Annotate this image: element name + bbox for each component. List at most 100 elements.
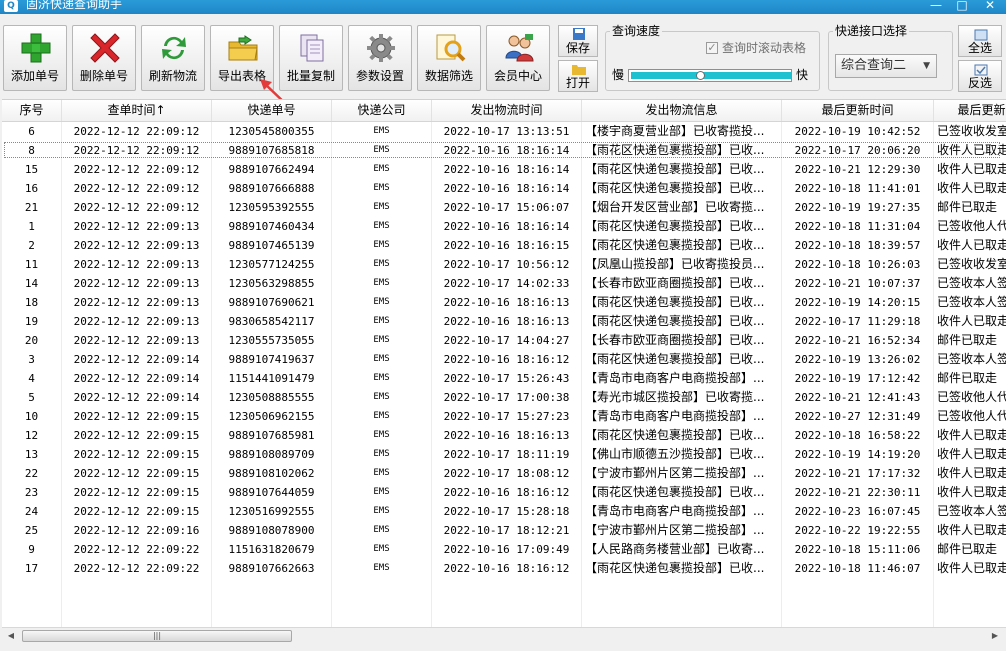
header-col-last-update-time[interactable]: 最后更新时间 <box>782 100 934 121</box>
empty-cell <box>332 616 432 627</box>
cell-col-courier: EMS <box>332 426 432 445</box>
table-row[interactable]: 20 2022-12-12 22:09:13 1230555735055 EMS 202… <box>2 331 1006 350</box>
close-button[interactable]: ✕ <box>980 0 1000 12</box>
cell-col-last-update-status: 邮件已取走 <box>934 540 1006 559</box>
cell-col-index: 13 <box>2 445 62 464</box>
scrollbar-thumb[interactable]: ||| <box>22 630 292 642</box>
scroll-left-arrow-icon[interactable]: ◀ <box>4 629 18 643</box>
cell-col-last-update-status: 收件人已取走 <box>934 312 1006 331</box>
header-col-courier[interactable]: 快递公司 <box>332 100 432 121</box>
cell-col-ship-info: 【寿光市城区揽投部】已收寄揽... <box>582 388 782 407</box>
scroll-table-checkbox[interactable]: ✓ <box>706 42 718 54</box>
save-button[interactable]: 保存 <box>558 25 598 57</box>
header-col-query-time[interactable]: 查单时间↑ <box>62 100 212 121</box>
cell-col-tracking-number: 1230595392555 <box>212 198 332 217</box>
delete-number-button[interactable]: 删除单号 <box>72 25 136 91</box>
table-row[interactable]: 13 2022-12-12 22:09:15 9889108089709 EMS 202… <box>2 445 1006 464</box>
cell-col-index: 2 <box>2 236 62 255</box>
table-row[interactable]: 5 2022-12-12 22:09:14 1230508885555 EMS 2022… <box>2 388 1006 407</box>
cell-col-ship-info: 【青岛市电商客户电商揽投部】... <box>582 407 782 426</box>
cell-col-tracking-number: 9889107419637 <box>212 350 332 369</box>
data-filter-button[interactable]: 数据筛选 <box>417 25 481 91</box>
cell-col-ship-info: 【楼宇商夏营业部】已收寄揽投... <box>582 122 782 141</box>
cell-col-courier: EMS <box>332 483 432 502</box>
table-row[interactable]: 4 2022-12-12 22:09:14 1151441091479 EMS 2022… <box>2 369 1006 388</box>
invert-selection-button[interactable]: 反选 <box>958 60 1002 92</box>
query-speed-slider[interactable] <box>628 69 792 82</box>
cell-col-query-time: 2022-12-12 22:09:15 <box>62 426 212 445</box>
table-row[interactable]: 17 2022-12-12 22:09:22 9889107662663 EMS 202… <box>2 559 1006 578</box>
cell-col-last-update-time: 2022-10-18 11:31:04 <box>782 217 934 236</box>
api-select-dropdown[interactable]: 综合查询二 ▼ <box>835 54 937 78</box>
table-row[interactable]: 10 2022-12-12 22:09:15 1230506962155 EMS 202… <box>2 407 1006 426</box>
table-row[interactable]: 23 2022-12-12 22:09:15 9889107644059 EMS 202… <box>2 483 1006 502</box>
refresh-logistics-button[interactable]: 刷新物流 <box>141 25 205 91</box>
table-row[interactable]: 6 2022-12-12 22:09:12 1230545800355 EMS 2022… <box>2 122 1006 141</box>
table-row[interactable]: 1 2022-12-12 22:09:13 9889107460434 EMS 2022… <box>2 217 1006 236</box>
table-row[interactable]: 21 2022-12-12 22:09:12 1230595392555 EMS 202… <box>2 198 1006 217</box>
cell-col-query-time: 2022-12-12 22:09:14 <box>62 388 212 407</box>
table-row[interactable]: 19 2022-12-12 22:09:13 9830658542117 EMS 202… <box>2 312 1006 331</box>
maximize-button[interactable]: □ <box>952 0 972 12</box>
cell-col-courier: EMS <box>332 160 432 179</box>
add-number-button[interactable]: 添加单号 <box>3 25 67 91</box>
cell-col-index: 24 <box>2 502 62 521</box>
table-row[interactable]: 25 2022-12-12 22:09:16 9889108078900 EMS 202… <box>2 521 1006 540</box>
title-bar: Q 固济快递查询助手 — □ ✕ <box>0 0 1006 14</box>
slider-thumb[interactable] <box>696 71 705 80</box>
refresh-icon <box>162 36 186 60</box>
header-col-index[interactable]: 序号 <box>2 100 62 121</box>
table-row[interactable]: 14 2022-12-12 22:09:13 1230563298855 EMS 202… <box>2 274 1006 293</box>
table-row[interactable]: 22 2022-12-12 22:09:15 9889108102062 EMS 202… <box>2 464 1006 483</box>
cell-col-courier: EMS <box>332 179 432 198</box>
cell-col-last-update-status: 已签收他人代 <box>934 388 1006 407</box>
cell-col-index: 10 <box>2 407 62 426</box>
open-folder-icon <box>572 65 586 75</box>
cell-col-ship-time: 2022-10-16 18:16:14 <box>432 160 582 179</box>
table-row[interactable]: 9 2022-12-12 22:09:22 1151631820679 EMS 2022… <box>2 540 1006 559</box>
logistics-table[interactable]: 序号查单时间↑快递单号快递公司发出物流时间发出物流信息最后更新时间最后更新物流 … <box>2 99 1006 627</box>
cell-col-query-time: 2022-12-12 22:09:13 <box>62 274 212 293</box>
cell-col-index: 17 <box>2 559 62 578</box>
table-row[interactable]: 12 2022-12-12 22:09:15 9889107685981 EMS 202… <box>2 426 1006 445</box>
header-col-tracking-number[interactable]: 快递单号 <box>212 100 332 121</box>
cell-col-ship-info: 【雨花区快递包裹揽投部】已收... <box>582 236 782 255</box>
table-row[interactable]: 8 2022-12-12 22:09:12 9889107685818 EMS 2022… <box>2 141 1006 160</box>
empty-row <box>2 597 1006 616</box>
table-row[interactable]: 18 2022-12-12 22:09:13 9889107690621 EMS 202… <box>2 293 1006 312</box>
open-button[interactable]: 打开 <box>558 60 598 92</box>
invert-selection-icon <box>974 64 988 76</box>
header-col-ship-info[interactable]: 发出物流信息 <box>582 100 782 121</box>
table-row[interactable]: 15 2022-12-12 22:09:12 9889107662494 EMS 202… <box>2 160 1006 179</box>
cell-col-ship-info: 【烟台开发区营业部】已收寄揽... <box>582 198 782 217</box>
cell-col-last-update-time: 2022-10-18 10:26:03 <box>782 255 934 274</box>
header-col-last-update-status[interactable]: 最后更新物流 <box>934 100 1006 121</box>
cell-col-courier: EMS <box>332 559 432 578</box>
cell-col-query-time: 2022-12-12 22:09:14 <box>62 369 212 388</box>
fast-label: 快 <box>796 68 809 82</box>
api-select-group: 快递接口选择 综合查询二 ▼ <box>828 24 953 91</box>
cell-col-ship-time: 2022-10-17 15:06:07 <box>432 198 582 217</box>
cell-col-index: 20 <box>2 331 62 350</box>
table-row[interactable]: 11 2022-12-12 22:09:13 1230577124255 EMS 202… <box>2 255 1006 274</box>
header-col-ship-time[interactable]: 发出物流时间 <box>432 100 582 121</box>
table-row[interactable]: 3 2022-12-12 22:09:14 9889107419637 EMS 2022… <box>2 350 1006 369</box>
member-center-button[interactable]: 会员中心 <box>486 25 550 91</box>
select-all-button[interactable]: 全选 <box>958 25 1002 57</box>
api-select-legend: 快递接口选择 <box>833 24 910 38</box>
cell-col-courier: EMS <box>332 464 432 483</box>
table-row[interactable]: 2 2022-12-12 22:09:13 9889107465139 EMS 2022… <box>2 236 1006 255</box>
cell-col-ship-info: 【青岛市电商客户电商揽投部】... <box>582 369 782 388</box>
cell-col-ship-info: 【雨花区快递包裹揽投部】已收... <box>582 312 782 331</box>
cell-col-last-update-time: 2022-10-18 15:11:06 <box>782 540 934 559</box>
table-row[interactable]: 24 2022-12-12 22:09:15 1230516992555 EMS 202… <box>2 502 1006 521</box>
cell-col-ship-time: 2022-10-16 18:16:13 <box>432 293 582 312</box>
scroll-right-arrow-icon[interactable]: ▶ <box>988 629 1002 643</box>
cell-col-ship-time: 2022-10-17 10:56:12 <box>432 255 582 274</box>
minimize-button[interactable]: — <box>926 0 946 12</box>
table-row[interactable]: 16 2022-12-12 22:09:12 9889107666888 EMS 202… <box>2 179 1006 198</box>
empty-cell <box>2 578 62 597</box>
cell-col-last-update-status: 邮件已取走 <box>934 331 1006 350</box>
horizontal-scrollbar[interactable]: ◀ ||| ▶ <box>2 627 1006 645</box>
parameter-settings-button[interactable]: 参数设置 <box>348 25 412 91</box>
